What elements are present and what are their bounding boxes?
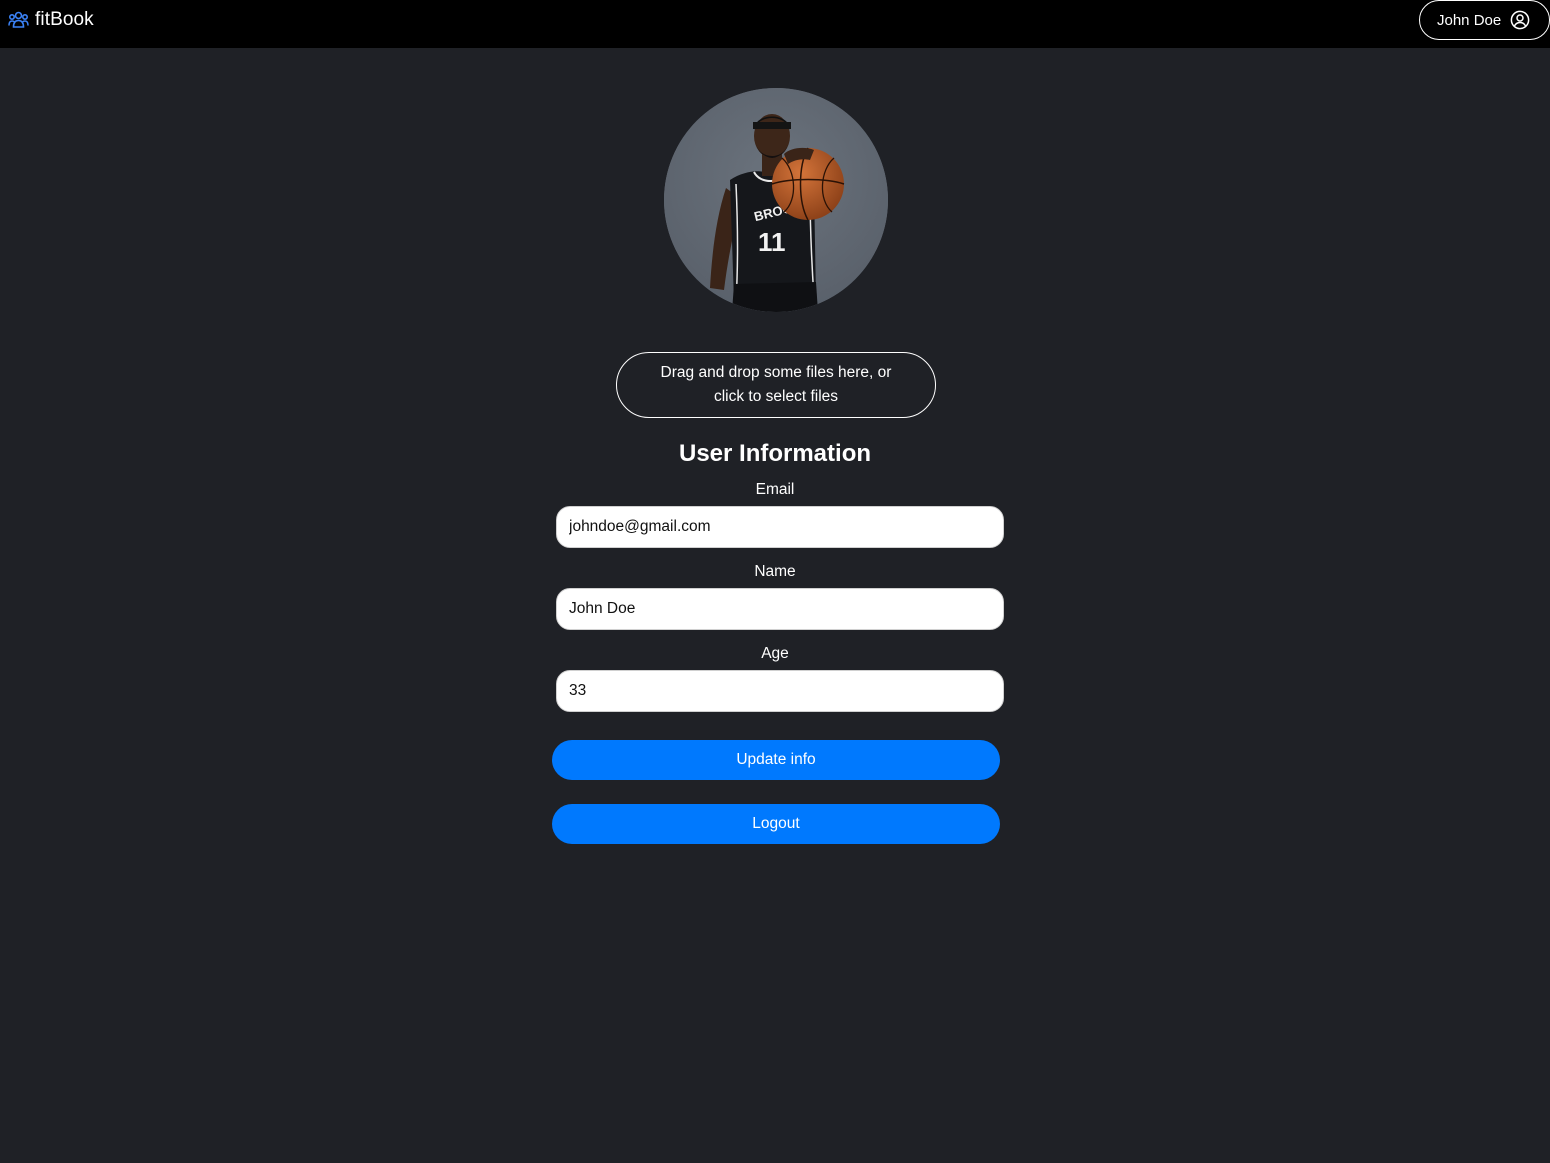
people-group-icon <box>8 11 29 28</box>
top-navbar: fitBook John Doe <box>0 0 1550 48</box>
avatar-image: BROOKLYN 11 <box>664 88 888 312</box>
age-label: Age <box>761 645 789 662</box>
file-dropzone[interactable]: Drag and drop some files here, or click … <box>616 352 936 418</box>
name-label: Name <box>754 563 796 580</box>
profile-avatar: BROOKLYN 11 <box>664 88 888 312</box>
user-menu-name: John Doe <box>1437 11 1502 29</box>
brand-name: fitBook <box>35 9 94 30</box>
update-info-button[interactable]: Update info <box>552 740 1000 780</box>
logout-button[interactable]: Logout <box>552 804 1000 844</box>
svg-text:11: 11 <box>758 227 786 257</box>
user-menu-button[interactable]: John Doe <box>1419 0 1550 40</box>
section-title: User Information <box>678 440 872 467</box>
email-field[interactable] <box>556 506 1004 548</box>
email-label: Email <box>755 481 795 498</box>
name-field[interactable] <box>556 588 1004 630</box>
dropzone-text: Drag and drop some files here, or click … <box>660 364 892 405</box>
user-circle-icon <box>1510 10 1530 30</box>
brand-link[interactable]: fitBook <box>8 8 94 32</box>
age-field[interactable] <box>556 670 1004 712</box>
